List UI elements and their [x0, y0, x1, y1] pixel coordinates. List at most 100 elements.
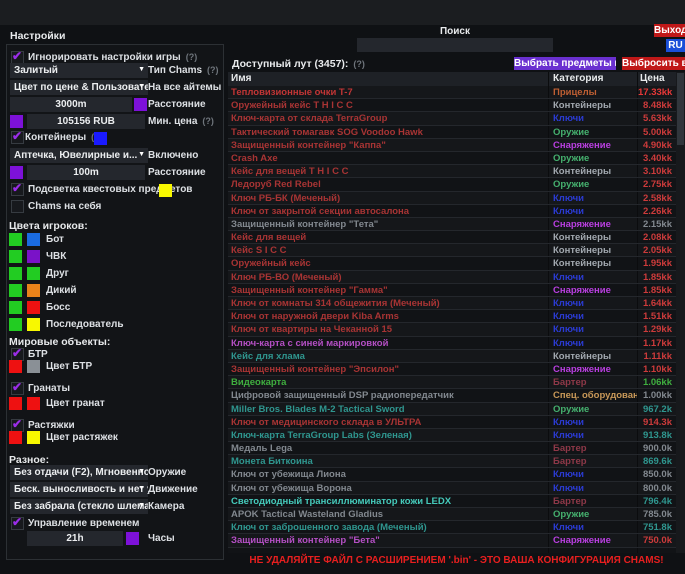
help-icon[interactable]: (?) [353, 59, 365, 69]
table-row[interactable]: Ключ от убежища ЛионаКлючи850.0k [228, 468, 676, 481]
table-row[interactable]: Цифровой защищенный DSP радиопередатчикС… [228, 389, 676, 402]
player-visible-color-swatch[interactable] [9, 318, 22, 331]
distance-color-swatch[interactable] [134, 98, 147, 111]
player-color-swatch[interactable] [27, 318, 40, 331]
btr-color-swatch-1[interactable] [9, 360, 22, 373]
containers-color-swatch[interactable] [94, 132, 107, 145]
player-color-swatch[interactable] [27, 250, 40, 263]
table-row[interactable]: Защищенный контейнер "Бета"Снаряжение750… [228, 534, 676, 547]
table-row[interactable]: Медаль LegaБартер900.0k [228, 442, 676, 455]
table-row[interactable]: Защищенный контейнер "Гамма"Снаряжение1.… [228, 284, 676, 297]
scrollbar-thumb[interactable] [677, 73, 684, 145]
table-row[interactable]: Ключ-карта TerraGroup Labs (Зеленая)Ключ… [228, 429, 676, 442]
table-row[interactable]: Кейс для вещей T H I C CКонтейнеры3.10kk [228, 165, 676, 178]
containers-filter-dropdown[interactable]: Аптечка, Ювелирные и...▼ [10, 148, 148, 163]
chevron-down-icon: ▼ [138, 502, 145, 509]
select-kappa-items-button[interactable]: Выбрать предметы каппа [514, 57, 616, 70]
grenades-checkbox[interactable] [11, 382, 24, 395]
containers-checkbox[interactable] [11, 131, 24, 144]
drop-all-button[interactable]: Выбросить все [622, 57, 685, 70]
table-row[interactable]: Кейс для вещейКонтейнеры2.08kk [228, 231, 676, 244]
player-visible-color-swatch[interactable] [9, 233, 22, 246]
table-row[interactable]: Монета БиткоинаБартер869.6k [228, 455, 676, 468]
help-icon[interactable]: (?) [202, 116, 214, 126]
help-icon[interactable]: (?) [207, 65, 219, 75]
table-row[interactable]: Оружейный кейсКонтейнеры1.95kk [228, 257, 676, 270]
table-row[interactable]: Защищенный контейнер "Тета"Снаряжение2.1… [228, 218, 676, 231]
tripwire-color-swatch-1[interactable] [9, 431, 22, 444]
player-color-swatch[interactable] [27, 284, 40, 297]
chams-type-dropdown[interactable]: Залитый▼ [10, 63, 148, 78]
column-header-category[interactable]: Категория [548, 72, 637, 86]
table-row[interactable]: Ключ от убежища ВоронаКлючи800.0k [228, 482, 676, 495]
min-price-field[interactable]: 105156 RUB [27, 114, 145, 129]
table-row[interactable]: Ключ РБ-ВО (Меченый)Ключи1.85kk [228, 271, 676, 284]
grenade-color-swatch-2[interactable] [27, 397, 40, 410]
item-name: Ключ-карта TerraGroup Labs (Зеленая) [228, 429, 548, 441]
table-row[interactable]: Ледоруб Red RebelОружие2.75kk [228, 178, 676, 191]
column-header-price[interactable]: Цена [637, 72, 676, 86]
item-name: Кейс для вещей [228, 231, 548, 243]
table-row[interactable]: Тепловизионные очки T-7Прицелы17.33kk [228, 86, 676, 99]
player-color-swatch[interactable] [27, 233, 40, 246]
item-category: Спец. оборудование [548, 389, 637, 401]
camera-dropdown[interactable]: Без забрала (стекло шлема)▼ [10, 499, 148, 514]
table-row[interactable]: Crash AxeОружие3.40kk [228, 152, 676, 165]
table-row[interactable]: Ключ от квартиры на Чеканной 15Ключи1.29… [228, 323, 676, 336]
min-price-color-swatch[interactable] [10, 115, 23, 128]
chams-self-checkbox[interactable] [11, 200, 24, 213]
table-row[interactable]: Miller Bros. Blades M-2 Tactical SwordОр… [228, 403, 676, 416]
table-row[interactable]: Ключ от заброшенного завода (Меченый)Клю… [228, 521, 676, 534]
table-row[interactable]: Защищенный контейнер "Эпсилон"Снаряжение… [228, 363, 676, 376]
table-row[interactable]: Ключ от закрытой секции автосалонаКлючи2… [228, 205, 676, 218]
player-visible-color-swatch[interactable] [9, 250, 22, 263]
hours-color-swatch[interactable] [126, 532, 139, 545]
table-row[interactable]: Ключ от комнаты 314 общежития (Меченый)К… [228, 297, 676, 310]
time-control-label: Управление временем [28, 518, 139, 529]
distance-field[interactable]: 3000m [10, 97, 132, 112]
exit-button[interactable]: Выход [654, 24, 685, 37]
language-button[interactable]: RU [666, 39, 685, 52]
help-icon[interactable]: (?) [186, 52, 198, 62]
item-price: 1.11kk [637, 350, 676, 362]
player-color-swatch[interactable] [27, 301, 40, 314]
column-header-name[interactable]: Имя [228, 72, 548, 86]
tripwire-color-swatch-2[interactable] [27, 431, 40, 444]
item-name: Защищенный контейнер "Бета" [228, 534, 548, 546]
table-row[interactable]: Ключ от наружной двери Kiba ArmsКлючи1.5… [228, 310, 676, 323]
quest-items-color-swatch[interactable] [159, 184, 172, 197]
hours-field[interactable]: 21h [27, 531, 123, 546]
table-row[interactable] [228, 548, 676, 553]
grenades-row: Гранаты [7, 382, 223, 397]
all-items-dropdown[interactable]: Цвет по цене & Пользователь▼ [10, 80, 148, 95]
table-row[interactable]: Ключ от медицинского склада в УЛЬТРАКлюч… [228, 416, 676, 429]
weapon-dropdown[interactable]: Без отдачи (F2), Мгновенное п▼ [10, 465, 148, 480]
player-color-swatch[interactable] [27, 267, 40, 280]
table-row[interactable]: Защищенный контейнер "Каппа"Снаряжение4.… [228, 139, 676, 152]
table-row[interactable]: Кейс для хламаКонтейнеры1.11kk [228, 350, 676, 363]
table-row[interactable]: Оружейный кейс T H I C CКонтейнеры8.48kk [228, 99, 676, 112]
time-control-checkbox[interactable] [11, 517, 24, 530]
table-row[interactable]: Ключ-карта с синей маркировкойКлючи1.17k… [228, 337, 676, 350]
player-visible-color-swatch[interactable] [9, 267, 22, 280]
table-row[interactable]: Ключ-карта от склада TerraGroupКлючи5.63… [228, 112, 676, 125]
table-scrollbar[interactable] [676, 72, 685, 553]
movement-dropdown[interactable]: Беск. выносливость и нет уста▼ [10, 482, 148, 497]
table-row[interactable]: Ключ РБ-БК (Меченый)Ключи2.58kk [228, 192, 676, 205]
table-row[interactable]: Кейс S I C CКонтейнеры2.05kk [228, 244, 676, 257]
table-row[interactable]: Светодиодный трансиллюминатор кожи LEDXБ… [228, 495, 676, 508]
btr-color-swatch-2[interactable] [27, 360, 40, 373]
quest-items-checkbox[interactable] [11, 183, 24, 196]
table-row[interactable]: ВидеокартаБартер1.06kk [228, 376, 676, 389]
player-visible-color-swatch[interactable] [9, 301, 22, 314]
grenade-color-swatch-1[interactable] [9, 397, 22, 410]
item-name: Медаль Lega [228, 442, 548, 454]
table-row[interactable]: Тактический томагавк SOG Voodoo HawkОруж… [228, 126, 676, 139]
item-category: Ключи [548, 297, 637, 309]
player-visible-color-swatch[interactable] [9, 284, 22, 297]
table-row[interactable]: APOK Tactical Wasteland GladiusОружие785… [228, 508, 676, 521]
search-input[interactable] [357, 38, 553, 52]
containers-distance-field[interactable]: 100m [27, 165, 145, 180]
containers-distance-swatch[interactable] [10, 166, 23, 179]
item-category: Ключи [548, 416, 637, 428]
